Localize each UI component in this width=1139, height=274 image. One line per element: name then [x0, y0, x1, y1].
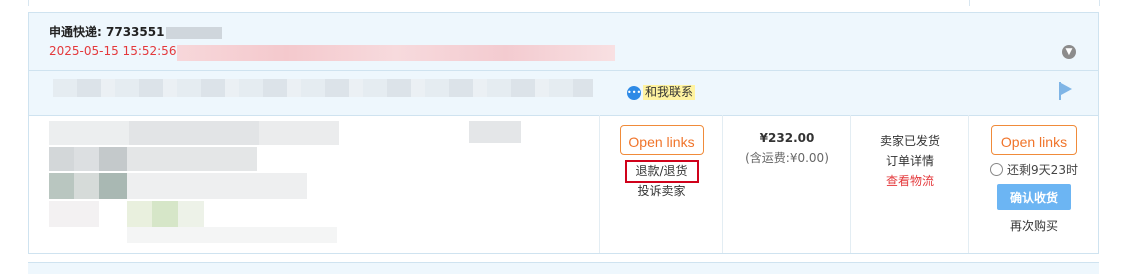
timer-icon [990, 163, 1004, 176]
order-details-link[interactable]: 订单详情 [851, 151, 969, 171]
complain-seller-link[interactable]: 投诉卖家 [600, 183, 723, 199]
price-column: ¥232.00 (含运费:¥0.00) [722, 115, 851, 253]
next-order-edge [28, 262, 1099, 274]
redacted-shop-name [53, 79, 593, 97]
carrier-label: 申通快递: [49, 25, 102, 39]
status-column: 卖家已发货 订单详情 查看物流 [850, 115, 969, 253]
shop-bar: ••• 和我联系 [29, 70, 1098, 116]
view-logistics-link[interactable]: 查看物流 [851, 171, 969, 191]
carrier-info: 申通快递: 7733551 [49, 23, 223, 40]
contact-seller-label: 和我联系 [643, 85, 696, 100]
order-price: ¥232.00 [759, 131, 815, 145]
tracking-number: 7733551 [106, 25, 165, 39]
order-header: 申通快递: 7733551 2025-05-15 15:52:56 ▼ [29, 13, 1098, 70]
order-status: 卖家已发货 [879, 134, 940, 148]
confirm-receipt-button[interactable]: 确认收货 [997, 184, 1071, 210]
receipt-column: Open links 还剩9天23时 确认收货 再次购买 [968, 115, 1099, 253]
after-sales-column: Open links 退款/退货 投诉卖家 [599, 115, 723, 253]
redacted-product-title [469, 121, 521, 143]
remaining-time: 还剩9天23时 [969, 161, 1099, 178]
order-timestamp: 2025-05-15 15:52:56 [49, 44, 177, 58]
product-thumbnail[interactable] [49, 121, 339, 243]
collapse-chevron-icon[interactable]: ▼ [1062, 45, 1076, 59]
open-links-button-2[interactable]: Open links [991, 125, 1077, 155]
remaining-time-text: 还剩9天23时 [1007, 163, 1078, 177]
previous-order-edge [28, 0, 1100, 6]
open-links-button[interactable]: Open links [619, 125, 704, 155]
contact-seller-button[interactable]: ••• 和我联系 [627, 85, 696, 100]
order-body: Open links 退款/退货 投诉卖家 ¥232.00 (含运费:¥0.00… [29, 115, 1098, 253]
redacted-text [177, 45, 615, 61]
flag-icon[interactable] [1059, 82, 1073, 100]
buy-again-link[interactable]: 再次购买 [969, 217, 1099, 234]
tracking-mask [166, 26, 223, 39]
refund-return-link[interactable]: 退款/退货 [624, 160, 699, 183]
chat-bubble-icon: ••• [627, 85, 641, 100]
shipping-fee: (含运费:¥0.00) [745, 151, 829, 165]
order-card: 申通快递: 7733551 2025-05-15 15:52:56 ▼ ••• … [28, 12, 1099, 254]
